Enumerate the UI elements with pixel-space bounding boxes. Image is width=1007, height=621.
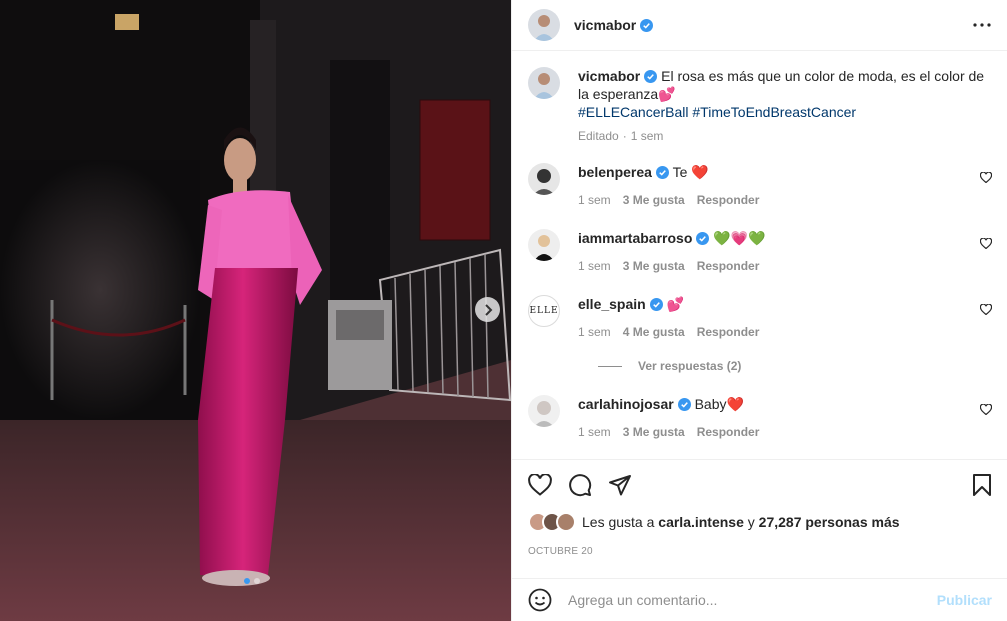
reply-button[interactable]: Responder [697, 257, 760, 275]
emoji-icon[interactable] [528, 588, 552, 612]
publish-button[interactable]: Publicar [937, 592, 992, 608]
reply-button[interactable]: Responder [697, 323, 760, 341]
comment-likes[interactable]: 3 Me gusta [623, 423, 685, 441]
comment-username[interactable]: elle_spain [578, 296, 646, 312]
comment-text: 💕 [666, 296, 685, 312]
post-panel: vicmabor vicmabor El rosa es más que un … [511, 0, 1007, 621]
verified-badge-icon [649, 298, 663, 311]
comment-time: 1 sem [578, 259, 611, 273]
carousel-dot-active [244, 578, 250, 584]
next-slide-button[interactable] [475, 297, 500, 322]
caption-username[interactable]: vicmabor [578, 68, 640, 84]
comment-item: carlahinojosar Baby❤️ 1 sem 3 Me gusta R… [528, 395, 992, 441]
reply-button[interactable]: Responder [697, 191, 760, 209]
heart-icon[interactable] [980, 172, 992, 183]
heart-icon[interactable] [980, 404, 992, 415]
heart-icon[interactable] [980, 304, 992, 315]
comment-item: iammartabarroso 💚💗💚 1 sem 3 Me gusta Res… [528, 229, 992, 275]
comment-username[interactable]: iammartabarroso [578, 230, 692, 246]
edited-label: Editado [578, 129, 619, 143]
verified-badge-icon [677, 398, 691, 411]
post-date[interactable]: OCTUBRE 20 [528, 546, 992, 557]
post-photo[interactable] [0, 0, 511, 621]
likes-count[interactable]: 27,287 personas más [759, 514, 900, 530]
comment-likes[interactable]: 3 Me gusta [623, 257, 685, 275]
photo-scene [0, 0, 511, 621]
heart-icon[interactable] [980, 238, 992, 249]
comment-time: 1 sem [578, 425, 611, 439]
comment-item: belenperea Te ❤️ 1 sem 3 Me gusta Respon… [528, 163, 992, 209]
view-replies-label: Ver respuestas (2) [638, 359, 742, 373]
comments-list[interactable]: vicmabor El rosa es más que un color de … [512, 51, 1007, 459]
verified-badge-icon [640, 18, 654, 32]
author-avatar[interactable] [528, 9, 560, 41]
view-replies-button[interactable]: Ver respuestas (2) [598, 359, 992, 373]
commenter-avatar[interactable]: ELLE [528, 295, 560, 327]
heart-icon[interactable] [528, 474, 552, 496]
chevron-right-icon [484, 303, 492, 316]
post-header: vicmabor [512, 0, 1007, 51]
author-avatar[interactable] [528, 67, 560, 99]
likes-prefix: Les gusta a [582, 514, 655, 530]
elle-logo: ELLE [529, 306, 559, 316]
comment-username[interactable]: carlahinojosar [578, 396, 674, 412]
liker-avatar [556, 512, 576, 532]
comment-likes[interactable]: 4 Me gusta [623, 323, 685, 341]
verified-badge-icon [696, 232, 710, 245]
caption: vicmabor El rosa es más que un color de … [528, 67, 992, 145]
likers-avatars [528, 512, 576, 532]
comment-time: 1 sem [578, 193, 611, 207]
comment-time: 1 sem [578, 325, 611, 339]
comment-username[interactable]: belenperea [578, 164, 652, 180]
more-options-icon[interactable] [973, 23, 991, 27]
verified-badge-icon [644, 70, 658, 83]
likes-joiner: y [747, 514, 755, 530]
verified-badge-icon [655, 166, 669, 179]
author-username[interactable]: vicmabor [574, 17, 636, 33]
comment-text: 💚💗💚 [713, 230, 766, 246]
comment-icon[interactable] [568, 473, 592, 497]
comment-input[interactable]: Agrega un comentario... [568, 592, 937, 608]
post-time: 1 sem [630, 129, 664, 143]
liker-username[interactable]: carla.intense [658, 514, 744, 530]
likes-summary[interactable]: Les gusta a carla.intense y 27,287 perso… [528, 512, 992, 532]
replies-divider [598, 365, 622, 367]
caption-hashtags[interactable]: #ELLECancerBall #TimeToEndBreastCancer [578, 104, 856, 120]
carousel-dot [254, 578, 260, 584]
comment-item: ELLE elle_spain 💕 1 sem 4 Me gusta Respo… [528, 295, 992, 341]
bookmark-icon[interactable] [972, 473, 992, 497]
comment-text: Te ❤️ [672, 164, 709, 180]
commenter-avatar[interactable] [528, 395, 560, 427]
comment-text: Baby❤️ [694, 396, 744, 412]
add-comment-bar: Agrega un comentario... Publicar [512, 578, 1007, 621]
comment-likes[interactable]: 3 Me gusta [623, 191, 685, 209]
reply-button[interactable]: Responder [697, 423, 760, 441]
post-actions: Les gusta a carla.intense y 27,287 perso… [512, 459, 1007, 557]
commenter-avatar[interactable] [528, 229, 560, 261]
share-icon[interactable] [608, 474, 632, 496]
commenter-avatar[interactable] [528, 163, 560, 195]
carousel-indicator [244, 578, 260, 584]
